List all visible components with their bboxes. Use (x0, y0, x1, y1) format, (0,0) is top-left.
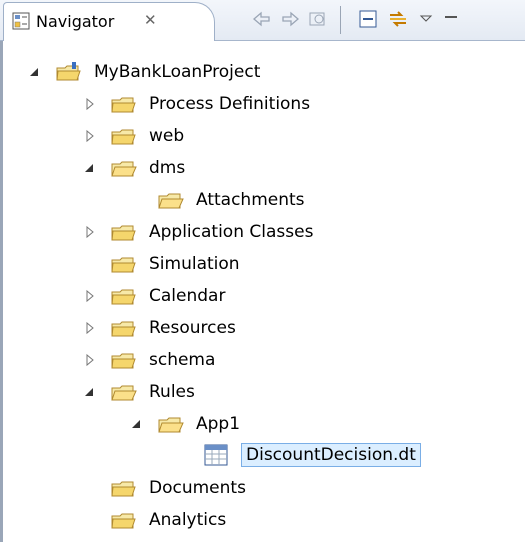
folder-icon (111, 481, 136, 497)
item-label: Process Definitions (149, 94, 311, 114)
tab-title: Navigator (36, 12, 115, 31)
toolbar-separator (340, 6, 341, 34)
item-label: Application Classes (149, 222, 314, 242)
collapsed-arrow-icon[interactable] (83, 129, 97, 143)
folder-icon (111, 97, 136, 113)
back-arrow-icon[interactable] (251, 8, 273, 30)
item-label: Attachments (196, 190, 305, 210)
folder-icon (111, 513, 136, 529)
folder-icon (111, 129, 136, 145)
folder-open-icon (158, 417, 184, 433)
tree-item-project[interactable]: MyBankLoanProject (28, 57, 260, 87)
view-tab-bar: Navigator ✕ (0, 0, 525, 41)
tree-item-application-classes[interactable]: Application Classes (83, 217, 313, 247)
item-label: App1 (196, 414, 241, 434)
item-label: DiscountDecision.dt (241, 443, 421, 467)
forward-arrow-icon[interactable] (279, 8, 301, 30)
refresh-icon[interactable] (307, 8, 329, 30)
folder-icon (111, 289, 136, 305)
navigator-tab[interactable]: Navigator ✕ (3, 2, 215, 41)
tree-item-simulation[interactable]: Simulation (111, 249, 240, 279)
tree-item-web[interactable]: web (83, 121, 184, 151)
expanded-arrow-icon[interactable] (83, 385, 97, 399)
folder-icon (111, 257, 136, 273)
tree-item-attachments[interactable]: Attachments (158, 185, 305, 215)
expanded-arrow-icon[interactable] (28, 65, 42, 79)
link-with-editor-icon[interactable] (387, 8, 409, 30)
collapsed-arrow-icon[interactable] (83, 353, 97, 367)
navigator-tree: MyBankLoanProject Process Definitions we… (0, 40, 525, 542)
tree-item-app1[interactable]: App1 (130, 409, 240, 439)
navigator-icon (12, 12, 30, 30)
collapsed-arrow-icon[interactable] (83, 97, 97, 111)
item-label: Documents (149, 478, 246, 498)
item-label: Analytics (149, 510, 227, 530)
tree-item-process-definitions[interactable]: Process Definitions (83, 89, 310, 119)
view-menu-icon[interactable] (415, 8, 437, 30)
item-label: dms (149, 158, 186, 178)
tree-item-discountdecision[interactable]: DiscountDecision.dt (203, 440, 421, 470)
item-label: Simulation (149, 254, 240, 274)
decision-table-file-icon (204, 444, 228, 466)
tree-item-resources[interactable]: Resources (83, 313, 236, 343)
project-label: MyBankLoanProject (94, 62, 261, 82)
item-label: Rules (149, 382, 195, 402)
item-label: Calendar (149, 286, 226, 306)
item-label: web (149, 126, 185, 146)
expanded-arrow-icon[interactable] (130, 417, 144, 431)
tree-item-schema[interactable]: schema (83, 345, 215, 375)
collapsed-arrow-icon[interactable] (83, 321, 97, 335)
close-icon[interactable]: ✕ (144, 11, 157, 29)
folder-icon (111, 353, 136, 369)
folder-open-icon (111, 161, 137, 177)
expanded-arrow-icon[interactable] (83, 161, 97, 175)
project-folder-icon (56, 62, 81, 81)
item-label: Resources (149, 318, 236, 338)
folder-open-icon (111, 385, 137, 401)
tree-item-analytics[interactable]: Analytics (111, 505, 226, 535)
navigator-view: Navigator ✕ MyBankLoanProject Process De… (0, 0, 525, 542)
collapse-all-icon[interactable] (357, 8, 379, 30)
tree-item-rules[interactable]: Rules (83, 377, 195, 407)
folder-icon (111, 321, 136, 337)
collapsed-arrow-icon[interactable] (83, 225, 97, 239)
tree-item-dms[interactable]: dms (83, 153, 185, 183)
tree-item-calendar[interactable]: Calendar (83, 281, 225, 311)
minimize-icon[interactable] (440, 8, 462, 30)
item-label: schema (149, 350, 216, 370)
tree-item-documents[interactable]: Documents (111, 473, 246, 503)
collapsed-arrow-icon[interactable] (83, 289, 97, 303)
folder-icon (158, 193, 184, 209)
folder-icon (111, 225, 136, 241)
